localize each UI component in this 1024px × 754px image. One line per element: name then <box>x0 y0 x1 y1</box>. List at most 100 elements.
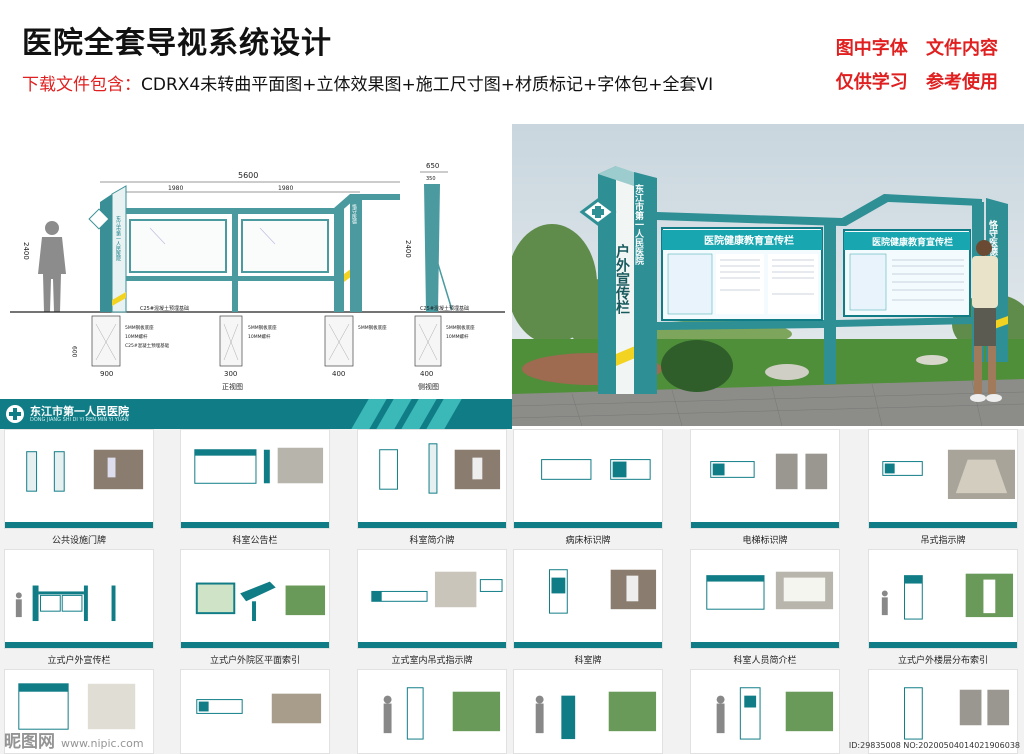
card-caption-3: 科室简介牌 <box>409 536 455 546</box>
render-pillar-text: 户外宣传栏 <box>614 243 631 315</box>
stone <box>765 364 809 380</box>
outdoor-board-render: 户外宣传栏 东江市第一人民医院 医院健康教育宣传栏 医院健康教育宣传栏 恪守医德 <box>512 124 1024 426</box>
card-thumb-8 <box>195 581 326 622</box>
card-footer-6 <box>869 522 1017 528</box>
card-thumb-12 <box>881 573 1014 620</box>
watermark-brand-name: 昵图网 <box>4 732 55 752</box>
card-footer-8 <box>181 642 329 648</box>
vi-card-17 <box>690 669 840 754</box>
vi-card-9 <box>357 549 507 649</box>
card-caption-4: 病床标识牌 <box>565 536 611 546</box>
vi-card-1 <box>4 429 154 529</box>
vi-card-8 <box>180 549 330 649</box>
vi-card-16 <box>513 669 663 754</box>
found-note-a-4: 5MM钢板底座 <box>446 324 475 331</box>
hospital-cross-logo-icon <box>6 405 24 423</box>
vi-card-11 <box>690 549 840 649</box>
card-caption-5: 电梯标识牌 <box>742 536 788 546</box>
card-thumb-4 <box>541 459 651 480</box>
render-name-column: 东江市第一人民医院 <box>633 172 657 394</box>
card-thumb-5 <box>710 453 828 490</box>
construction-elevation-drawing: 5600 1980 1980 东江市第一人民医院 2400 C25#混凝土预埋基… <box>0 124 512 399</box>
card-thumb-10 <box>549 569 657 614</box>
page-title: 医院全套导视系统设计 <box>22 26 332 61</box>
health-board-2: 医院健康教育宣传栏 <box>843 229 971 317</box>
dim-foot-d: 400 <box>420 370 433 378</box>
person-silhouette-icon <box>38 221 66 312</box>
dim-foot-c: 400 <box>332 370 345 378</box>
card-thumb-2 <box>194 447 324 484</box>
card-thumb-3 <box>379 443 501 494</box>
board-title-2: 医院健康教育宣传栏 <box>872 236 953 248</box>
card-thumb-7 <box>15 585 116 622</box>
foundation-blocks <box>91 315 442 367</box>
card-caption-2: 科室公告栏 <box>232 536 278 546</box>
vi-card-12 <box>868 549 1018 649</box>
card-thumb-17 <box>716 687 834 740</box>
card-thumb-16 <box>535 691 657 740</box>
dim-found-depth: 600 <box>71 346 78 358</box>
vi-card-5 <box>690 429 840 529</box>
render-svg: 户外宣传栏 东江市第一人民医院 医院健康教育宣传栏 医院健康教育宣传栏 恪守医德 <box>512 124 1024 426</box>
download-description-content: CDRX4未转曲平面图+立体效果图+施工尺寸图+材质标记+字体包+全套VI <box>141 75 714 95</box>
dim-foot-a: 900 <box>100 370 113 378</box>
card-footer-10 <box>514 642 662 648</box>
dim-height-left: 2400 <box>22 242 30 260</box>
label-front-view: 正视图 <box>222 382 243 391</box>
card-caption-9: 立式室内吊式指示牌 <box>391 656 473 666</box>
vi-card-10 <box>513 549 663 649</box>
card-footer-9 <box>358 642 506 648</box>
health-board-1: 医院健康教育宣传栏 <box>661 227 823 321</box>
found-note-a-2: 5MM钢板底座 <box>248 324 277 331</box>
vi-card-6 <box>868 429 1018 529</box>
dim-foot-b: 300 <box>224 370 237 378</box>
card-caption-8: 立式户外院区平面索引 <box>209 656 300 666</box>
usage-note-line-1: 图中字体 文件内容 <box>835 38 998 59</box>
vi-card-2 <box>180 429 330 529</box>
card-caption-10: 科室牌 <box>574 656 602 666</box>
card-caption-6: 吊式指示牌 <box>920 536 966 546</box>
watermark-url: www.nipic.com <box>61 737 144 750</box>
card-footer-5 <box>691 522 839 528</box>
vi-card-7 <box>4 549 154 649</box>
label-side-view: 侧视图 <box>418 382 439 391</box>
page: 医院全套导视系统设计 下载文件包含：CDRX4未转曲平面图+立体效果图+施工尺寸… <box>0 0 1024 754</box>
card-footer-1 <box>5 522 153 528</box>
found-note-b-2: 10MM螺杆 <box>248 333 271 340</box>
card-footer-4 <box>514 522 662 528</box>
vi-hospital-pinyin: DONG JIANG SHI DI YI REN MIN YI YUAN <box>30 417 129 423</box>
elev-right-post-text: 恪守医德 <box>351 203 357 225</box>
vi-card-3 <box>357 429 507 529</box>
watermark-brand: 昵图网 www.nipic.com <box>4 727 144 752</box>
elevation-right-post: 恪守医德 <box>350 194 362 312</box>
card-thumb-11 <box>706 571 834 610</box>
usage-note-line-2: 仅供学习 参考使用 <box>835 72 998 93</box>
card-caption-1: 公共设施门牌 <box>51 536 106 546</box>
vi-header-bar: 东江市第一人民医院 DONG JIANG SHI DI YI REN MIN Y… <box>0 399 512 429</box>
card-thumb-6 <box>882 449 1016 500</box>
elevation-left-pillar: 东江市第一人民医院 <box>88 185 127 313</box>
card-caption-11: 科室人员简介栏 <box>733 656 797 666</box>
render-hospital-name: 东江市第一人民医院 <box>633 183 645 266</box>
vi-card-4 <box>513 429 663 529</box>
found-note-a: 5MM钢板底座 <box>125 324 154 331</box>
card-thumb-9 <box>371 571 503 608</box>
card-caption-7: 立式户外宣传栏 <box>47 656 111 666</box>
dim-total: 5600 <box>238 171 258 180</box>
card-footer-12 <box>869 642 1017 648</box>
found-note-b: 10MM螺杆 <box>125 333 148 340</box>
card-footer-7 <box>5 642 153 648</box>
card-footer-3 <box>358 522 506 528</box>
shrub <box>661 340 733 392</box>
card-caption-12: 立式户外楼层分布索引 <box>897 656 988 666</box>
watermark-id: ID:29835008 NO:20200504014021906038 <box>848 741 1020 750</box>
vi-card-14 <box>180 669 330 754</box>
dim-right-panel: 1980 <box>278 185 293 192</box>
dim-left-panel: 1980 <box>168 185 183 192</box>
dim-height-right: 2400 <box>404 240 412 258</box>
card-footer-2 <box>181 522 329 528</box>
stone-small <box>916 355 948 365</box>
card-thumb-14 <box>196 693 322 724</box>
vi-card-15 <box>357 669 507 754</box>
board-title-1: 医院健康教育宣传栏 <box>704 234 794 247</box>
